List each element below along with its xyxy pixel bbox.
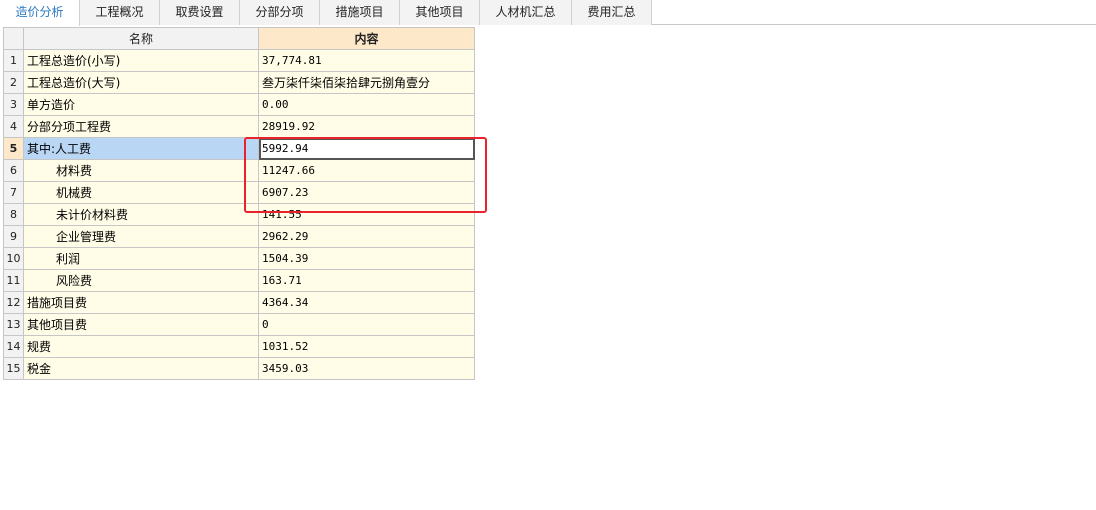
table-row-selected[interactable]: 5 其中:人工费 5992.94 [3,137,475,160]
column-header-name[interactable]: 名称 [23,27,259,50]
row-number[interactable]: 8 [3,203,24,226]
row-number[interactable]: 3 [3,93,24,116]
table-row[interactable]: 6 材料费 11247.66 [3,159,475,182]
cell-name[interactable]: 工程总造价(大写) [23,71,259,94]
row-number[interactable]: 10 [3,247,24,270]
cell-name[interactable]: 机械费 [23,181,259,204]
cell-value[interactable]: 0.00 [258,93,475,116]
row-number[interactable]: 5 [3,137,24,160]
cell-value[interactable]: 28919.92 [258,115,475,138]
table-header-row: 名称 内容 [3,27,475,50]
cell-name[interactable]: 单方造价 [23,93,259,116]
cell-value[interactable]: 0 [258,313,475,336]
table-row[interactable]: 12 措施项目费 4364.34 [3,291,475,314]
table-row[interactable]: 14 规费 1031.52 [3,335,475,358]
cell-value[interactable]: 4364.34 [258,291,475,314]
row-number[interactable]: 1 [3,49,24,72]
cell-name[interactable]: 利润 [23,247,259,270]
tab-sub-items[interactable]: 分部分项 [240,0,320,25]
row-number[interactable]: 12 [3,291,24,314]
cell-value[interactable]: 1504.39 [258,247,475,270]
row-number-header [3,27,24,50]
tab-other-items[interactable]: 其他项目 [400,0,480,25]
cell-name[interactable]: 风险费 [23,269,259,292]
row-number[interactable]: 14 [3,335,24,358]
cell-name[interactable]: 措施项目费 [23,291,259,314]
tab-fee-summary[interactable]: 费用汇总 [572,0,652,25]
tab-bar: 造价分析 工程概况 取费设置 分部分项 措施项目 其他项目 人材机汇总 费用汇总 [0,0,1096,26]
row-number[interactable]: 7 [3,181,24,204]
cell-name[interactable]: 税金 [23,357,259,380]
table-row[interactable]: 13 其他项目费 0 [3,313,475,336]
cost-analysis-table: 名称 内容 1 工程总造价(小写) 37,774.81 2 工程总造价(大写) … [3,27,475,380]
table-row[interactable]: 10 利润 1504.39 [3,247,475,270]
row-number[interactable]: 4 [3,115,24,138]
cell-value[interactable]: 37,774.81 [258,49,475,72]
cell-value[interactable]: 6907.23 [258,181,475,204]
table-row[interactable]: 8 未计价材料费 141.55 [3,203,475,226]
column-header-content[interactable]: 内容 [258,27,475,50]
cell-name[interactable]: 分部分项工程费 [23,115,259,138]
row-number[interactable]: 2 [3,71,24,94]
tab-labor-material-summary[interactable]: 人材机汇总 [480,0,572,25]
cell-name[interactable]: 企业管理费 [23,225,259,248]
cell-name[interactable]: 材料费 [23,159,259,182]
table-row[interactable]: 7 机械费 6907.23 [3,181,475,204]
table-row[interactable]: 2 工程总造价(大写) 叁万柒仟柒佰柒拾肆元捌角壹分 [3,71,475,94]
cell-value[interactable]: 11247.66 [258,159,475,182]
table-row[interactable]: 9 企业管理费 2962.29 [3,225,475,248]
tab-cost-analysis[interactable]: 造价分析 [0,0,80,26]
table-row[interactable]: 1 工程总造价(小写) 37,774.81 [3,49,475,72]
cell-name[interactable]: 未计价材料费 [23,203,259,226]
cell-name[interactable]: 规费 [23,335,259,358]
cell-value[interactable]: 3459.03 [258,357,475,380]
row-number[interactable]: 11 [3,269,24,292]
cell-value[interactable]: 2962.29 [258,225,475,248]
cell-name[interactable]: 工程总造价(小写) [23,49,259,72]
table-row[interactable]: 15 税金 3459.03 [3,357,475,380]
cell-value[interactable]: 163.71 [258,269,475,292]
tab-project-overview[interactable]: 工程概况 [80,0,160,25]
row-number[interactable]: 15 [3,357,24,380]
table-row[interactable]: 3 单方造价 0.00 [3,93,475,116]
cell-name[interactable]: 其他项目费 [23,313,259,336]
tab-fee-settings[interactable]: 取费设置 [160,0,240,25]
cell-value-active[interactable]: 5992.94 [258,137,475,160]
row-number[interactable]: 6 [3,159,24,182]
tab-measure-items[interactable]: 措施项目 [320,0,400,25]
table-row[interactable]: 4 分部分项工程费 28919.92 [3,115,475,138]
cell-value[interactable]: 1031.52 [258,335,475,358]
cell-value[interactable]: 141.55 [258,203,475,226]
cell-value[interactable]: 叁万柒仟柒佰柒拾肆元捌角壹分 [258,71,475,94]
cell-name[interactable]: 其中:人工费 [23,137,259,160]
row-number[interactable]: 9 [3,225,24,248]
table-row[interactable]: 11 风险费 163.71 [3,269,475,292]
row-number[interactable]: 13 [3,313,24,336]
